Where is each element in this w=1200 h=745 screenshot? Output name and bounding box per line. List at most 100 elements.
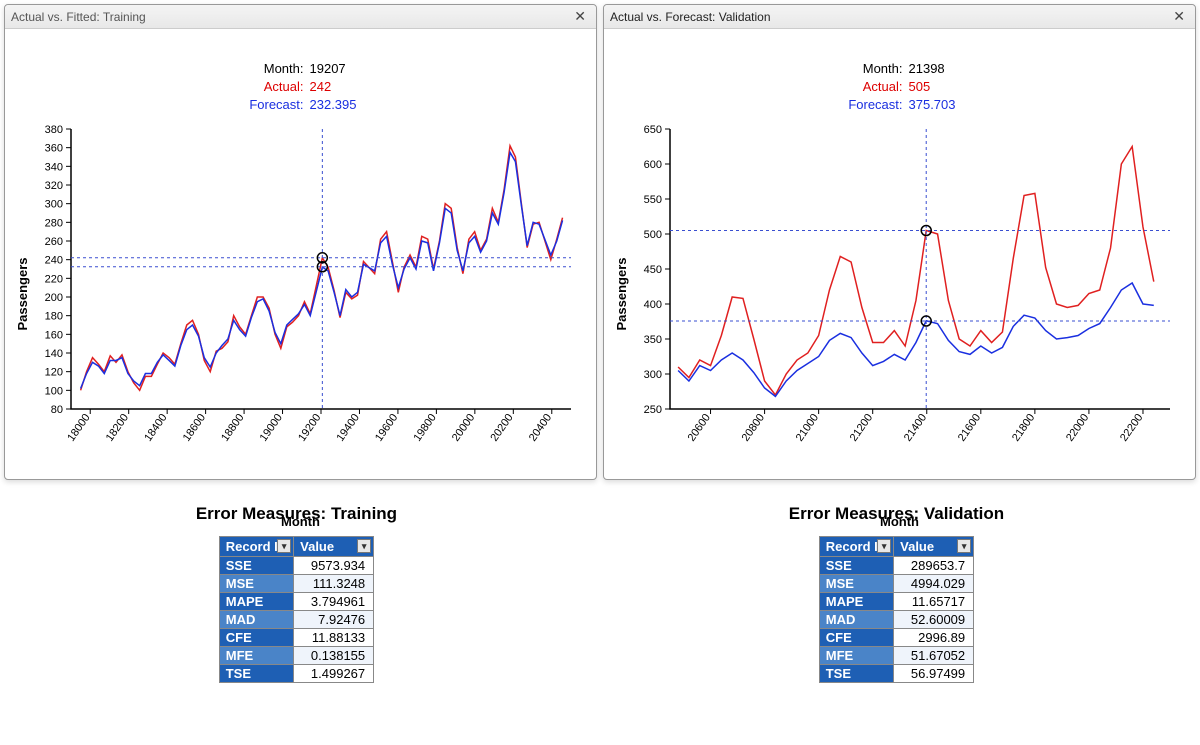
svg-text:120: 120: [44, 367, 62, 379]
svg-text:200: 200: [44, 292, 62, 304]
metric-value: 11.88133: [294, 629, 374, 647]
x-axis-label: Month: [880, 514, 919, 529]
dropdown-icon[interactable]: ▾: [877, 539, 891, 553]
hover-forecast-label: Forecast:: [844, 96, 909, 114]
hover-month-value: 21398: [909, 60, 945, 78]
table-row: TSE1.499267: [219, 665, 373, 683]
svg-text:19800: 19800: [411, 412, 438, 444]
hover-month-label: Month:: [844, 60, 909, 78]
hover-actual-value: 242: [310, 78, 332, 96]
svg-text:19200: 19200: [296, 412, 323, 444]
svg-text:19400: 19400: [334, 412, 361, 444]
metric-value: 56.97499: [894, 665, 974, 683]
svg-text:340: 340: [44, 161, 62, 173]
metric-name: SSE: [819, 557, 893, 575]
hover-month-label: Month:: [245, 60, 310, 78]
validation-plot[interactable]: Passengers Month 25030035040045050055060…: [620, 119, 1180, 469]
training-title: Actual vs. Fitted: Training: [11, 10, 146, 24]
svg-text:140: 140: [44, 348, 62, 360]
metric-name: CFE: [219, 629, 293, 647]
svg-text:180: 180: [44, 311, 62, 323]
hover-forecast-label: Forecast:: [245, 96, 310, 114]
training-plot[interactable]: Passengers Month 80100120140160180200220…: [21, 119, 581, 469]
metric-name: SSE: [219, 557, 293, 575]
metric-name: MFE: [819, 647, 893, 665]
metric-value: 0.138155: [294, 647, 374, 665]
svg-text:20200: 20200: [488, 412, 515, 444]
svg-text:550: 550: [643, 194, 661, 206]
svg-text:18000: 18000: [65, 412, 92, 444]
hover-actual-label: Actual:: [844, 78, 909, 96]
svg-text:100: 100: [44, 385, 62, 397]
hover-actual-label: Actual:: [245, 78, 310, 96]
metric-value: 7.92476: [294, 611, 374, 629]
svg-text:350: 350: [643, 334, 661, 346]
svg-text:300: 300: [643, 369, 661, 381]
dropdown-icon[interactable]: ▾: [277, 539, 291, 553]
svg-text:19600: 19600: [373, 412, 400, 444]
svg-text:500: 500: [643, 229, 661, 241]
svg-text:20400: 20400: [526, 412, 553, 444]
dropdown-icon[interactable]: ▾: [957, 539, 971, 553]
table-row: MSE4994.029: [819, 575, 973, 593]
svg-text:380: 380: [44, 124, 62, 136]
training-error-table: Record ID▾Value▾SSE9573.934MSE111.3248MA…: [219, 536, 374, 683]
table-row: SSE289653.7: [819, 557, 973, 575]
table-row: CFE2996.89: [819, 629, 973, 647]
metric-name: MAPE: [819, 593, 893, 611]
svg-text:21200: 21200: [847, 412, 874, 444]
svg-text:220: 220: [44, 273, 62, 285]
metric-name: MFE: [219, 647, 293, 665]
metric-name: TSE: [819, 665, 893, 683]
svg-text:20000: 20000: [449, 412, 476, 444]
svg-text:20600: 20600: [685, 412, 712, 444]
metric-name: CFE: [819, 629, 893, 647]
validation-error-table: Record ID▾Value▾SSE289653.7MSE4994.029MA…: [819, 536, 974, 683]
hover-actual-value: 505: [909, 78, 931, 96]
svg-text:18800: 18800: [219, 412, 246, 444]
svg-text:21400: 21400: [901, 412, 928, 444]
training-error-block: Error Measures: Training Record ID▾Value…: [196, 504, 397, 683]
hover-month-value: 19207: [310, 60, 346, 78]
table-row: CFE11.88133: [219, 629, 373, 647]
validation-titlebar[interactable]: Actual vs. Forecast: Validation ✕: [604, 5, 1195, 29]
metric-name: MAD: [219, 611, 293, 629]
metric-value: 289653.7: [894, 557, 974, 575]
validation-error-block: Error Measures: Validation Record ID▾Val…: [789, 504, 1004, 683]
validation-svg: 2503003504004505005506006502060020800210…: [620, 119, 1180, 469]
svg-text:300: 300: [44, 199, 62, 211]
svg-text:250: 250: [643, 404, 661, 416]
metric-value: 11.65717: [894, 593, 974, 611]
svg-text:650: 650: [643, 124, 661, 136]
table-header[interactable]: Record ID▾: [819, 537, 893, 557]
dropdown-icon[interactable]: ▾: [357, 539, 371, 553]
training-hover-info: Month:19207 Actual:242 Forecast:232.395: [245, 60, 357, 115]
svg-text:400: 400: [643, 299, 661, 311]
metric-name: MAPE: [219, 593, 293, 611]
training-titlebar[interactable]: Actual vs. Fitted: Training ✕: [5, 5, 596, 29]
svg-text:280: 280: [44, 217, 62, 229]
table-header[interactable]: Record ID▾: [219, 537, 293, 557]
table-row: MFE0.138155: [219, 647, 373, 665]
hover-forecast-value: 232.395: [310, 96, 357, 114]
svg-text:360: 360: [44, 143, 62, 155]
svg-text:160: 160: [44, 329, 62, 341]
close-icon[interactable]: ✕: [570, 8, 590, 25]
table-row: MSE111.3248: [219, 575, 373, 593]
table-row: MAD52.60009: [819, 611, 973, 629]
svg-text:18200: 18200: [103, 412, 130, 444]
metric-value: 2996.89: [894, 629, 974, 647]
training-chart-window: Actual vs. Fitted: Training ✕ Month:1920…: [4, 4, 597, 480]
svg-text:450: 450: [643, 264, 661, 276]
svg-text:80: 80: [50, 404, 62, 416]
svg-text:19000: 19000: [257, 412, 284, 444]
close-icon[interactable]: ✕: [1169, 8, 1189, 25]
svg-text:21800: 21800: [1009, 412, 1036, 444]
svg-text:20800: 20800: [739, 412, 766, 444]
svg-text:22000: 22000: [1063, 412, 1090, 444]
table-header[interactable]: Value▾: [894, 537, 974, 557]
table-row: MAPE11.65717: [819, 593, 973, 611]
table-header[interactable]: Value▾: [294, 537, 374, 557]
svg-text:22200: 22200: [1118, 412, 1145, 444]
metric-value: 52.60009: [894, 611, 974, 629]
